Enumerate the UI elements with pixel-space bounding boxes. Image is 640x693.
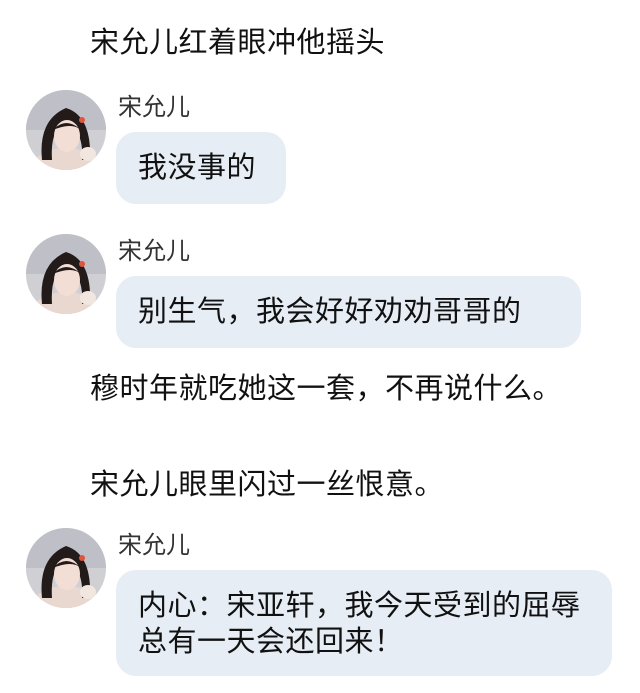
avatar-image [26,90,106,170]
sender-name: 宋允儿 [118,237,190,265]
narration-line: 宋允儿眼里闪过一丝恨意。 [90,467,445,501]
sender-name: 宋允儿 [118,93,190,121]
avatar[interactable] [26,90,106,170]
avatar[interactable] [26,528,106,608]
message-bubble[interactable]: 我没事的 [116,132,286,204]
message-bubble[interactable]: 别生气，我会好好劝劝哥哥的 [116,276,581,348]
narration-line: 宋允儿红着眼冲他摇头 [90,25,386,59]
message-bubble[interactable]: 内心：宋亚轩，我今天受到的屈辱总有一天会还回来！ [116,570,612,676]
narration-paragraph: 穆时年就吃她这一套，不再说什么。 [90,371,563,405]
avatar-image [26,528,106,608]
avatar[interactable] [26,234,106,314]
avatar-image [26,234,106,314]
sender-name: 宋允儿 [118,531,190,559]
